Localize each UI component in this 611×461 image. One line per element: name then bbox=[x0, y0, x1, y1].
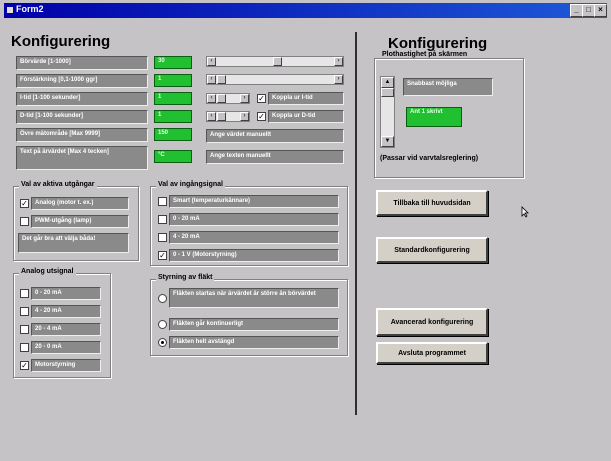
back-to-main-button[interactable]: Tillbaka till huvudsidan bbox=[376, 190, 488, 216]
d-time-scrollbar[interactable]: ‹ › bbox=[206, 111, 250, 122]
analog-20-0-checkbox[interactable] bbox=[20, 343, 29, 352]
page-title: Konfigurering bbox=[11, 33, 111, 50]
fan-auto-radio[interactable] bbox=[158, 294, 167, 303]
fastest-label: Snabbast möjliga bbox=[403, 78, 493, 96]
upper-range-label: Övre mätområde [Max 9999] bbox=[16, 128, 148, 142]
scroll-thumb[interactable] bbox=[273, 57, 282, 66]
panel-divider bbox=[355, 32, 357, 415]
couple-i-label: Koppla ur I-tid bbox=[268, 92, 344, 105]
app-icon bbox=[7, 7, 13, 13]
unit-text-label: Text på ärvärdet [Max 4 tecken] bbox=[16, 146, 148, 170]
pwm-output-label: PWM-utgång (lamp) bbox=[31, 215, 129, 228]
couple-d-checkbox[interactable]: ✓ bbox=[257, 112, 266, 121]
motor-control-checkbox[interactable]: ✓ bbox=[20, 361, 29, 370]
window-title: Form2 bbox=[16, 4, 44, 14]
setpoint-label: Börvärde [1-1000] bbox=[16, 56, 148, 70]
input-0-1v-checkbox[interactable]: ✓ bbox=[158, 251, 167, 260]
scroll-left-arrow[interactable]: ‹ bbox=[207, 112, 216, 121]
smart-input-checkbox[interactable] bbox=[158, 197, 167, 206]
analog-0-20-label: 0 - 20 mA bbox=[31, 287, 101, 300]
scroll-left-arrow[interactable]: ‹ bbox=[207, 94, 216, 103]
slider-up-arrow[interactable]: ▲ bbox=[381, 77, 394, 88]
i-time-value[interactable]: 1 bbox=[154, 92, 192, 105]
fan-control-title: Styrning av fläkt bbox=[156, 274, 215, 281]
exit-program-button[interactable]: Avsluta programmet bbox=[376, 342, 488, 364]
active-output-title: Val av aktiva utgångar bbox=[19, 181, 97, 188]
scroll-right-arrow[interactable]: › bbox=[334, 75, 343, 84]
analog-output-checkbox[interactable]: ✓ bbox=[20, 199, 29, 208]
smart-input-label: Smart (temperaturkännare) bbox=[169, 195, 339, 208]
slider-down-arrow[interactable]: ▼ bbox=[381, 136, 394, 147]
scroll-right-arrow[interactable]: › bbox=[240, 94, 249, 103]
advanced-config-button[interactable]: Avancerad konfigurering bbox=[376, 308, 488, 336]
fan-continuous-radio[interactable] bbox=[158, 320, 167, 329]
close-button[interactable]: × bbox=[594, 4, 607, 17]
couple-i-checkbox[interactable]: ✓ bbox=[257, 94, 266, 103]
manual-value-field[interactable]: Ange värdet manuellt bbox=[206, 129, 344, 143]
analog-0-20-checkbox[interactable] bbox=[20, 289, 29, 298]
pwm-output-checkbox[interactable] bbox=[20, 217, 29, 226]
analog-4-20-checkbox[interactable] bbox=[20, 307, 29, 316]
slider-thumb[interactable] bbox=[381, 88, 394, 97]
scroll-left-arrow[interactable]: ‹ bbox=[207, 57, 216, 66]
analog-20-4-label: 20 - 4 mA bbox=[31, 323, 101, 336]
gain-label: Förstärkning [0,1-1000 ggr] bbox=[16, 74, 148, 88]
plot-speed-value: Ant 1 skrivt bbox=[406, 107, 462, 127]
manual-text-field[interactable]: Ange texten manuellt bbox=[206, 150, 344, 164]
input-0-20-label: 0 - 20 mA bbox=[169, 213, 339, 226]
input-signal-title: Val av ingångsignal bbox=[156, 181, 225, 188]
fan-auto-label: Fläkten startas när ärvärdet är större ä… bbox=[169, 288, 339, 308]
fan-off-label: Fläkten helt avstängd bbox=[169, 336, 339, 349]
plot-speed-title: Plothastighet på skärmen bbox=[380, 51, 470, 58]
gain-value[interactable]: 1 bbox=[154, 74, 192, 87]
fan-off-radio[interactable] bbox=[158, 338, 167, 347]
scroll-thumb[interactable] bbox=[217, 112, 226, 121]
analog-signal-title: Analog utsignal bbox=[19, 268, 76, 275]
plot-speed-slider[interactable]: ▲ ▼ bbox=[380, 76, 395, 148]
scroll-thumb[interactable] bbox=[217, 75, 226, 84]
analog-20-4-checkbox[interactable] bbox=[20, 325, 29, 334]
input-0-1v-label: 0 - 1 V (Motorstyrning) bbox=[169, 249, 339, 262]
gain-scrollbar[interactable]: ‹ › bbox=[206, 74, 344, 85]
input-4-20-label: 4 - 20 mA bbox=[169, 231, 339, 244]
i-time-scrollbar[interactable]: ‹ › bbox=[206, 93, 250, 104]
unit-text-value[interactable]: °C bbox=[154, 150, 192, 163]
input-0-20-checkbox[interactable] bbox=[158, 215, 167, 224]
scroll-right-arrow[interactable]: › bbox=[240, 112, 249, 121]
d-time-value[interactable]: 1 bbox=[154, 110, 192, 123]
application-window: Form2 _ □ × Konfigurering Börvärde [1-10… bbox=[0, 0, 611, 461]
speed-note: (Passar vid varvtalsreglering) bbox=[380, 155, 479, 162]
i-time-label: I-tid [1-100 sekunder] bbox=[16, 92, 148, 106]
analog-output-label: Analog (motor t. ex.) bbox=[31, 197, 129, 210]
d-time-label: D-tid [1-100 sekunder] bbox=[16, 110, 148, 124]
mouse-cursor-icon bbox=[521, 206, 529, 218]
setpoint-value[interactable]: 30 bbox=[154, 56, 192, 69]
standard-config-button[interactable]: Standardkonfigurering bbox=[376, 237, 488, 263]
input-4-20-checkbox[interactable] bbox=[158, 233, 167, 242]
upper-range-value[interactable]: 150 bbox=[154, 128, 192, 141]
scroll-left-arrow[interactable]: ‹ bbox=[207, 75, 216, 84]
analog-20-0-label: 20 - 0 mA bbox=[31, 341, 101, 354]
motor-control-label: Motorstyrning bbox=[31, 359, 101, 372]
setpoint-scrollbar[interactable]: ‹ › bbox=[206, 56, 344, 67]
title-bar[interactable]: Form2 _ □ × bbox=[4, 3, 607, 18]
fan-continuous-label: Fläkten går kontinuerligt bbox=[169, 318, 339, 331]
couple-d-label: Koppla ur D-tid bbox=[268, 110, 344, 123]
scroll-right-arrow[interactable]: › bbox=[334, 57, 343, 66]
right-title: Konfigurering bbox=[388, 35, 488, 52]
scroll-thumb[interactable] bbox=[217, 94, 226, 103]
active-output-note: Det går bra att välja båda! bbox=[18, 233, 129, 253]
analog-4-20-label: 4 - 20 mA bbox=[31, 305, 101, 318]
